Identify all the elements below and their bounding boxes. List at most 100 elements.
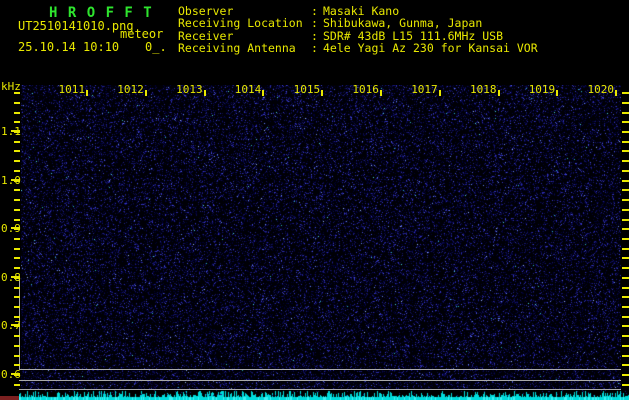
y-axis-minor-tick [14,267,20,269]
y-axis-minor-tick [14,257,20,259]
station-info-row: Receiving Antenna:4ele Yagi Az 230 for K… [178,42,538,54]
y-axis-minor-tick [14,287,20,289]
x-axis-time-tick [439,90,441,96]
right-axis-tick [622,267,629,269]
y-axis-minor-tick [14,364,20,366]
right-axis-tick [622,384,629,386]
x-axis-time-tick [262,90,264,96]
hrofft-spectrogram-screenshot: H R O F F T UT2510141010.png meteor 25.1… [0,0,629,400]
y-axis-minor-tick [14,141,20,143]
right-axis-tick [622,287,629,289]
y-axis-minor-tick [14,374,20,376]
right-axis-tick [622,228,629,230]
y-axis-minor-tick [14,325,20,327]
level-indicator-block [0,396,19,400]
station-info-block: Observer: Masaki Kano Receiving Location: S… [178,5,538,55]
y-axis-minor-tick [14,112,20,114]
x-axis-time-tick [380,90,382,96]
y-axis-minor-tick [14,316,20,318]
y-axis-minor-tick [14,180,20,182]
right-axis-tick [622,199,629,201]
y-axis-minor-tick [14,209,20,211]
x-axis-time-label: 1013 [172,83,203,96]
x-axis-time-label: 1017 [407,83,438,96]
right-axis-tick [622,238,629,240]
y-axis-minor-tick [14,199,20,201]
x-axis-time-tick [498,90,500,96]
x-axis-time-label: 1016 [348,83,379,96]
y-axis-minor-tick [14,355,20,357]
x-axis-time-tick [321,90,323,96]
y-axis-minor-tick [14,384,20,386]
right-axis-tick [622,131,629,133]
y-axis-minor-tick [14,131,20,133]
y-axis-minor-tick [14,121,20,123]
info-colon: : [311,17,323,29]
info-label: Receiving Location [178,17,311,29]
x-axis-time-label: 1018 [466,83,497,96]
info-value: 4ele Yagi Az 230 for Kansai VOR [323,42,538,54]
right-axis-tick [622,345,629,347]
x-axis-time-label: 1019 [524,83,555,96]
right-axis-tick [622,355,629,357]
y-axis-minor-tick [14,238,20,240]
reference-line-bottom [19,389,621,390]
x-axis-time-label: 1011 [54,83,85,96]
right-axis-tick [622,92,629,94]
y-axis-minor-tick [14,345,20,347]
y-axis-minor-tick [14,189,20,191]
right-axis-tick [622,316,629,318]
y-axis-minor-tick [14,277,20,279]
right-axis-tick [622,296,629,298]
right-axis-tick [622,160,629,162]
right-axis-tick [622,364,629,366]
x-axis-time-tick [615,90,617,96]
right-axis-tick [622,180,629,182]
x-axis-time-label: 1012 [113,83,144,96]
reference-line-middle [19,380,621,381]
right-axis-tick [622,170,629,172]
x-axis-time-tick [86,90,88,96]
right-axis-tick [622,209,629,211]
right-axis-tick [622,121,629,123]
info-colon: : [311,42,323,54]
right-axis-tick [622,189,629,191]
reference-line-top [19,369,621,370]
x-axis-time-label: 1020 [583,83,614,96]
right-axis-tick [622,277,629,279]
x-axis-time-tick [556,90,558,96]
echo-counter: 0_. [145,40,167,54]
right-axis-tick [622,335,629,337]
spectrogram-noise-area [21,85,621,390]
right-axis-tick [622,374,629,376]
observation-datetime: 25.10.14 10:10 [18,40,119,54]
right-axis-tick [622,325,629,327]
y-axis-minor-tick [14,160,20,162]
y-axis-minor-tick [14,170,20,172]
y-axis-minor-tick [14,306,20,308]
y-axis-minor-tick [14,219,20,221]
y-axis-unit-label: kHz [1,80,21,93]
x-axis-time-label: 1014 [230,83,261,96]
x-axis-time-tick [204,90,206,96]
right-axis-tick [622,306,629,308]
y-axis-minor-tick [14,248,20,250]
meteor-mode-label: meteor [120,27,163,41]
right-axis-tick [622,219,629,221]
y-axis-minor-tick [14,296,20,298]
right-axis-tick [622,150,629,152]
right-axis-tick [622,141,629,143]
output-filename: UT2510141010.png [18,19,134,33]
x-axis-time-tick [145,90,147,96]
right-axis-tick [622,112,629,114]
station-info-row: Receiving Location: Shibukawa, Gunma, Jap… [178,17,538,29]
info-label: Receiving Antenna [178,42,311,54]
y-axis-minor-tick [14,150,20,152]
info-value: Shibukawa, Gunma, Japan [323,17,482,29]
y-axis-minor-tick [14,102,20,104]
right-axis-tick [622,257,629,259]
y-axis-minor-tick [14,335,20,337]
x-axis-time-label: 1015 [289,83,320,96]
y-axis-minor-tick [14,228,20,230]
right-axis-tick [622,102,629,104]
